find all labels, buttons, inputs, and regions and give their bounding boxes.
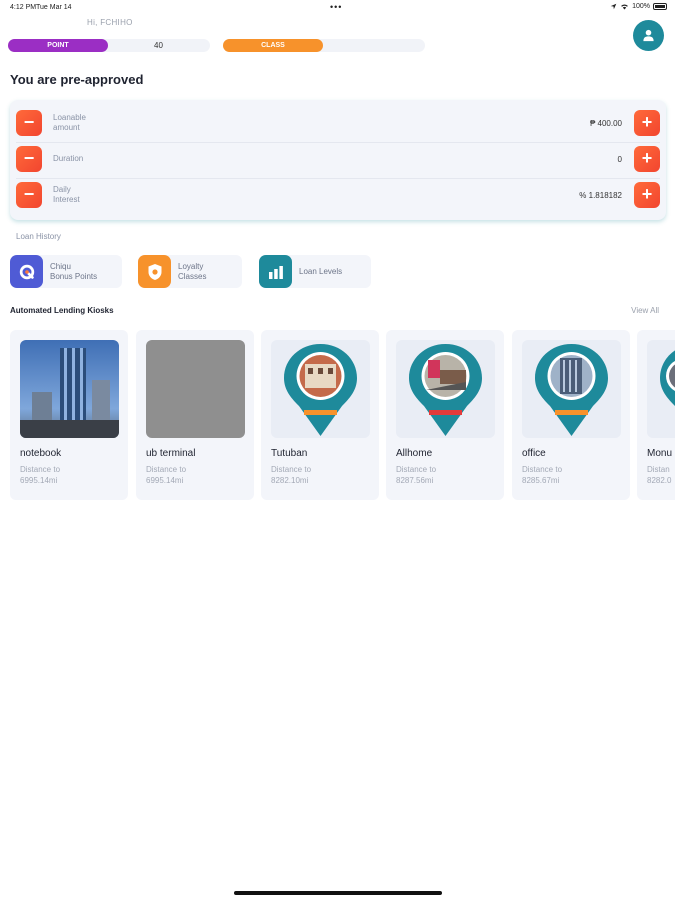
kiosk-distance: Distance to 8282.10mi bbox=[271, 465, 312, 485]
loan-label: Daily Interest bbox=[53, 185, 80, 204]
kiosk-location-pin-image bbox=[396, 340, 495, 438]
loan-label: Duration bbox=[53, 154, 84, 163]
kiosk-card-ub-terminal[interactable]: ub terminal Distance to 6995.14mi bbox=[136, 330, 254, 500]
decrease-interest-button[interactable]: − bbox=[16, 182, 42, 208]
kiosk-name: notebook bbox=[20, 448, 62, 459]
kiosk-location-pin-image bbox=[522, 340, 621, 438]
greeting-text: Hi, FCHIHO bbox=[87, 18, 133, 27]
kiosk-card-notebook[interactable]: notebook Distance to 6995.14mi bbox=[10, 330, 128, 500]
shortcut-label: Loyalty Classes bbox=[178, 262, 207, 281]
loan-interest-value: % 1.818182 bbox=[579, 191, 622, 200]
chiqu-bonus-points-button[interactable]: Chiqu Bonus Points bbox=[10, 255, 122, 288]
location-icon bbox=[610, 3, 617, 10]
user-icon bbox=[643, 29, 654, 42]
battery-icon bbox=[653, 3, 667, 10]
kiosk-name: Allhome bbox=[396, 448, 433, 459]
kiosk-distance: Distan 8282.0 bbox=[647, 465, 672, 485]
kiosk-distance: Distance to 6995.14mi bbox=[20, 465, 61, 485]
kiosk-location-pin-image bbox=[647, 340, 675, 438]
chiqu-logo-icon bbox=[10, 255, 43, 288]
page-title: You are pre-approved bbox=[10, 72, 144, 87]
loan-row-amount: − Loanable amount ₱ 400.00 + bbox=[10, 110, 666, 138]
loan-row-duration: − Duration 0 + bbox=[10, 146, 666, 174]
kiosk-location-pin-image bbox=[271, 340, 370, 438]
profile-avatar-button[interactable] bbox=[633, 20, 664, 51]
loan-label: Loanable amount bbox=[53, 113, 86, 132]
home-indicator[interactable] bbox=[234, 891, 442, 895]
point-bar[interactable]: POINT 40 bbox=[8, 39, 210, 52]
status-date: Tue Mar 14 bbox=[36, 4, 72, 11]
kiosk-distance: Distance to 8285.67mi bbox=[522, 465, 563, 485]
kiosk-name: Monu bbox=[647, 448, 673, 459]
kiosk-distance: Distance to 6995.14mi bbox=[146, 465, 187, 485]
increase-interest-button[interactable]: + bbox=[634, 182, 660, 208]
kiosk-name: office bbox=[522, 448, 546, 459]
loan-row-interest: − Daily Interest % 1.818182 + bbox=[10, 182, 666, 210]
battery-percent: 100% bbox=[632, 3, 650, 10]
shield-icon bbox=[138, 255, 171, 288]
view-all-link[interactable]: View All bbox=[631, 306, 659, 315]
divider bbox=[16, 178, 660, 179]
loyalty-classes-button[interactable]: Loyalty Classes bbox=[138, 255, 242, 288]
loan-card: − Loanable amount ₱ 400.00 + − Duration … bbox=[10, 100, 666, 220]
shortcut-label: Loan Levels bbox=[299, 267, 343, 276]
point-tag: POINT bbox=[8, 39, 108, 52]
kiosk-card-office[interactable]: office Distance to 8285.67mi bbox=[512, 330, 630, 500]
decrease-duration-button[interactable]: − bbox=[16, 146, 42, 172]
shortcut-label: Chiqu Bonus Points bbox=[50, 262, 98, 281]
bar-chart-icon bbox=[259, 255, 292, 288]
decrease-amount-button[interactable]: − bbox=[16, 110, 42, 136]
loan-history-link[interactable]: Loan History bbox=[16, 232, 61, 241]
status-right: 100% bbox=[610, 3, 667, 10]
kiosk-name: Tutuban bbox=[271, 448, 308, 459]
kiosk-distance: Distance to 8287.56mi bbox=[396, 465, 437, 485]
kiosk-name: ub terminal bbox=[146, 448, 196, 459]
kiosk-card-tutuban[interactable]: Tutuban Distance to 8282.10mi bbox=[261, 330, 379, 500]
increase-duration-button[interactable]: + bbox=[634, 146, 660, 172]
kiosk-photo-placeholder bbox=[146, 340, 245, 438]
class-tag: CLASS bbox=[223, 39, 323, 52]
kiosks-heading: Automated Lending Kiosks bbox=[10, 306, 114, 315]
kiosk-card-allhome[interactable]: Allhome Distance to 8287.56mi bbox=[386, 330, 504, 500]
kiosk-photo bbox=[20, 340, 119, 438]
increase-amount-button[interactable]: + bbox=[634, 110, 660, 136]
loan-duration-value: 0 bbox=[617, 155, 622, 164]
point-value: 40 bbox=[154, 41, 163, 50]
status-bar: 4:12 PM Tue Mar 14 ••• 100% bbox=[0, 0, 675, 16]
loan-amount-value: ₱ 400.00 bbox=[589, 119, 622, 128]
wifi-icon bbox=[621, 4, 628, 10]
class-bar[interactable]: CLASS bbox=[223, 39, 425, 52]
status-time: 4:12 PM bbox=[10, 4, 37, 11]
loan-levels-button[interactable]: Loan Levels bbox=[259, 255, 371, 288]
multitask-dots[interactable]: ••• bbox=[330, 2, 342, 12]
divider bbox=[16, 142, 660, 143]
kiosk-card-monu[interactable]: Monu Distan 8282.0 bbox=[637, 330, 675, 500]
